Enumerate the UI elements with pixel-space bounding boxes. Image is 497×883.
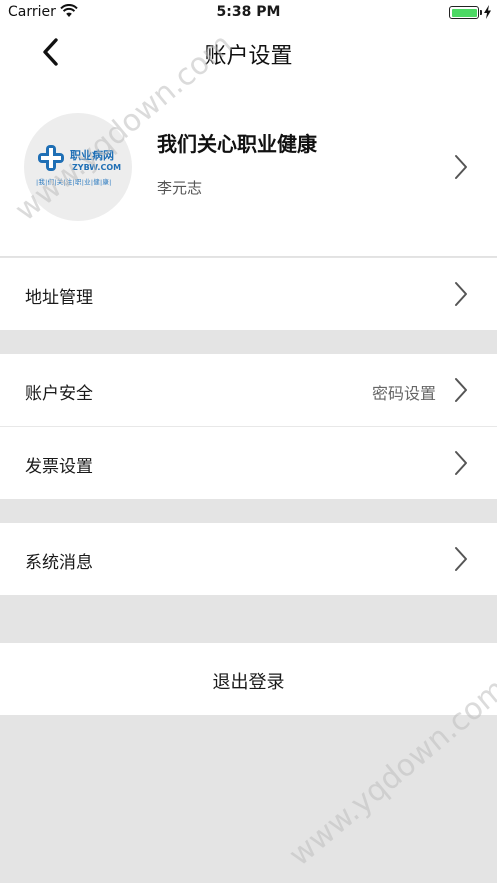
profile-subname: 李元志 bbox=[157, 179, 203, 197]
chevron-right-icon bbox=[455, 155, 467, 179]
chevron-right-icon bbox=[455, 282, 467, 306]
logout-button[interactable]: 退出登录 bbox=[0, 643, 497, 715]
menu-item-value: 密码设置 bbox=[371, 384, 436, 403]
menu-item-label: 发票设置 bbox=[25, 457, 93, 477]
logout-label: 退出登录 bbox=[212, 672, 285, 693]
menu-item-label: 账户安全 bbox=[25, 384, 93, 404]
menu-item-address[interactable]: 地址管理 bbox=[0, 258, 497, 330]
chevron-right-icon bbox=[455, 378, 467, 402]
battery-icon bbox=[449, 6, 482, 19]
menu-item-account-security[interactable]: 账户安全 密码设置 bbox=[0, 354, 497, 426]
avatar: 职业病网 ZYBW.COM |我|们|关|注|职|业|健|康| bbox=[24, 113, 132, 221]
logo-name-text: 职业病网 bbox=[70, 149, 114, 162]
logo-domain-text: ZYBW.COM bbox=[72, 163, 122, 172]
chevron-right-icon bbox=[455, 547, 467, 571]
charging-bolt-icon bbox=[484, 5, 491, 19]
menu-item-label: 地址管理 bbox=[25, 288, 93, 308]
menu-item-label: 系统消息 bbox=[25, 553, 93, 573]
medical-cross-logo-icon bbox=[38, 145, 64, 171]
menu-item-invoice[interactable]: 发票设置 bbox=[0, 427, 497, 499]
menu-item-system-messages[interactable]: 系统消息 bbox=[0, 523, 497, 595]
profile-name: 我们关心职业健康 bbox=[157, 132, 317, 156]
profile-card[interactable]: 职业病网 ZYBW.COM |我|们|关|注|职|业|健|康| 我们关心职业健康… bbox=[0, 76, 497, 257]
chevron-right-icon bbox=[455, 451, 467, 475]
logo-slogan-text: |我|们|关|注|职|业|健|康| bbox=[36, 178, 112, 186]
page-title: 账户设置 bbox=[204, 44, 293, 69]
status-bar: Carrier 5:38 PM bbox=[0, 0, 497, 28]
navigation-bar: 账户设置 bbox=[0, 28, 497, 76]
status-time: 5:38 PM bbox=[216, 4, 281, 20]
